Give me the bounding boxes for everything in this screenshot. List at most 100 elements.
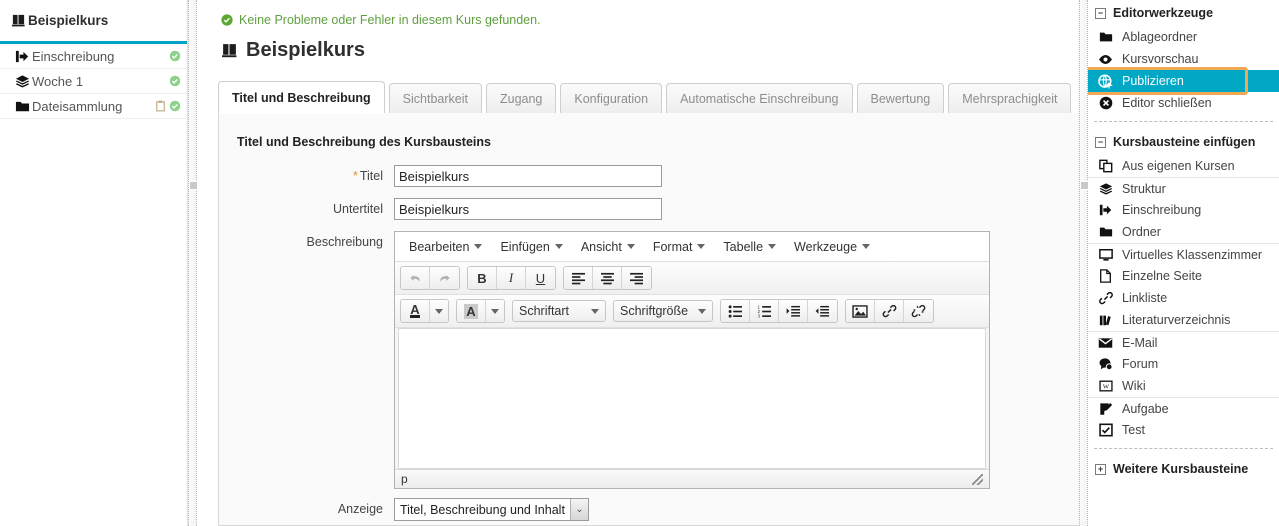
font-family-label: Schriftart [519,304,569,318]
course-tree-panel: Beispielkurs Einschreibung Woche 1 [0,0,188,526]
anzeige-select[interactable]: Titel, Beschreibung und Inhalt ⌄ [394,498,589,521]
required-marker: * [353,169,358,183]
link-icon [1097,291,1114,305]
menu-label: Einfügen [500,240,549,254]
editor-content-area[interactable] [398,328,986,469]
page-title: Beispielkurs [197,27,1079,62]
tool-struktur[interactable]: Struktur [1088,177,1279,199]
ok-check-icon [169,100,181,112]
group-header-editorwerkzeuge[interactable]: − Editorwerkzeuge [1088,0,1279,26]
tool-aus-eigenen-kursen[interactable]: Aus eigenen Kursen [1088,155,1279,177]
rich-text-editor: Bearbeiten Einfügen Ansicht Format Tabel… [394,231,990,489]
right-panel-splitter[interactable] [1079,0,1088,526]
tool-literaturverzeichnis[interactable]: Literaturverzeichnis [1088,309,1279,331]
check-circle-icon [221,14,233,26]
outdent-icon[interactable] [808,300,837,322]
link-icon[interactable] [875,300,904,322]
form-panel: Titel und Beschreibung des Kursbausteins… [218,113,1079,526]
tool-einschreibung[interactable]: Einschreibung [1088,199,1279,221]
tool-aufgabe[interactable]: Aufgabe [1088,397,1279,419]
tool-ablageordner[interactable]: Ablageordner [1088,26,1279,48]
align-right-icon[interactable] [622,267,651,289]
tab-bewertung[interactable]: Bewertung [857,83,945,113]
editor-element-path[interactable]: p [401,472,408,486]
field-row-beschreibung: Beschreibung Bearbeiten Einfügen Ansicht… [219,231,1079,489]
menu-format[interactable]: Format [645,237,714,257]
untertitel-input[interactable] [394,198,662,220]
tree-item-woche-1[interactable]: Woche 1 [0,69,187,94]
tool-label: Einschreibung [1122,203,1201,217]
background-color-glyph: A [464,304,477,319]
tree-item-label: Einschreibung [32,49,169,64]
titel-label-text: Titel [360,169,383,183]
numbered-list-icon[interactable]: 123 [750,300,779,322]
left-panel-splitter[interactable] [188,0,197,526]
tool-kursvorschau[interactable]: Kursvorschau [1088,48,1279,70]
tab-automatische-einschreibung[interactable]: Automatische Einschreibung [666,83,852,113]
tool-label: E-Mail [1122,336,1157,350]
text-color-chevron-down-icon[interactable] [430,300,448,322]
tree-item-einschreibung[interactable]: Einschreibung [0,44,187,69]
book-icon [8,13,28,28]
menu-werkzeuge[interactable]: Werkzeuge [786,237,878,257]
application-root: Beispielkurs Einschreibung Woche 1 [0,0,1279,526]
unlink-icon[interactable] [904,300,933,322]
titel-input[interactable] [394,165,662,187]
course-tree-header[interactable]: Beispielkurs [0,0,187,44]
tool-virtuelles-klassenzimmer[interactable]: Virtuelles Klassenzimmer [1088,243,1279,265]
tree-item-dateisammlung[interactable]: Dateisammlung [0,94,187,119]
font-family-select[interactable]: Schriftart [512,300,606,322]
structure-icon [1097,182,1114,196]
indent-icon[interactable] [779,300,808,322]
tab-titel-und-beschreibung[interactable]: Titel und Beschreibung [218,81,385,113]
undo-icon[interactable] [401,267,430,289]
bold-icon[interactable]: B [468,267,497,289]
editor-resize-handle[interactable] [972,474,983,485]
group-header-kursbausteine-einfuegen[interactable]: − Kursbausteine einfügen [1088,129,1279,155]
tool-linkliste[interactable]: Linkliste [1088,287,1279,309]
tab-zugang[interactable]: Zugang [486,83,556,113]
tool-ordner[interactable]: Ordner [1088,221,1279,243]
underline-glyph: U [536,271,545,286]
chevron-down-icon [555,244,563,249]
tool-wiki[interactable]: W Wiki [1088,375,1279,397]
bullet-list-icon[interactable] [721,300,750,322]
font-size-select[interactable]: Schriftgröße [613,300,713,322]
tool-e-mail[interactable]: E-Mail [1088,331,1279,353]
menu-tabelle[interactable]: Tabelle [715,237,784,257]
background-color-chevron-down-icon[interactable] [486,300,504,322]
italic-icon[interactable]: I [497,267,526,289]
collapse-toggle-icon[interactable]: − [1095,8,1106,19]
tool-editor-schliessen[interactable]: Editor schließen [1088,92,1279,114]
redo-icon[interactable] [430,267,459,289]
group-title: Kursbausteine einfügen [1113,135,1255,149]
copy-icon [1097,159,1114,173]
menu-einfuegen[interactable]: Einfügen [492,237,570,257]
status-message: Keine Probleme oder Fehler in diesem Kur… [197,0,1079,27]
background-color-icon[interactable]: A [457,300,486,322]
list-button-group: 123 [720,299,838,323]
tab-sichtbarkeit[interactable]: Sichtbarkeit [389,83,482,113]
tree-item-status [155,100,181,112]
collapse-toggle-icon[interactable]: − [1095,137,1106,148]
underline-icon[interactable]: U [526,267,555,289]
image-icon[interactable] [846,300,875,322]
menu-bearbeiten[interactable]: Bearbeiten [401,237,490,257]
expand-toggle-icon[interactable]: + [1095,464,1106,475]
menu-ansicht[interactable]: Ansicht [573,237,643,257]
tab-konfiguration[interactable]: Konfiguration [560,83,662,113]
tool-test[interactable]: Test [1088,419,1279,441]
group-header-weitere-kursbausteine[interactable]: + Weitere Kursbausteine [1088,456,1279,482]
align-left-icon[interactable] [564,267,593,289]
tool-label: Aus eigenen Kursen [1122,159,1235,173]
tool-forum[interactable]: Forum [1088,353,1279,375]
tab-mehrsprachigkeit[interactable]: Mehrsprachigkeit [948,83,1071,113]
anzeige-selected-value: Titel, Beschreibung und Inhalt [395,503,570,517]
align-center-icon[interactable] [593,267,622,289]
tool-einzelne-seite[interactable]: Einzelne Seite [1088,265,1279,287]
tool-publizieren[interactable]: Publizieren [1088,70,1279,92]
svg-text:W: W [1102,384,1109,391]
forum-icon [1097,357,1114,371]
status-message-text: Keine Probleme oder Fehler in diesem Kur… [239,13,541,27]
text-color-icon[interactable]: A [401,300,430,322]
